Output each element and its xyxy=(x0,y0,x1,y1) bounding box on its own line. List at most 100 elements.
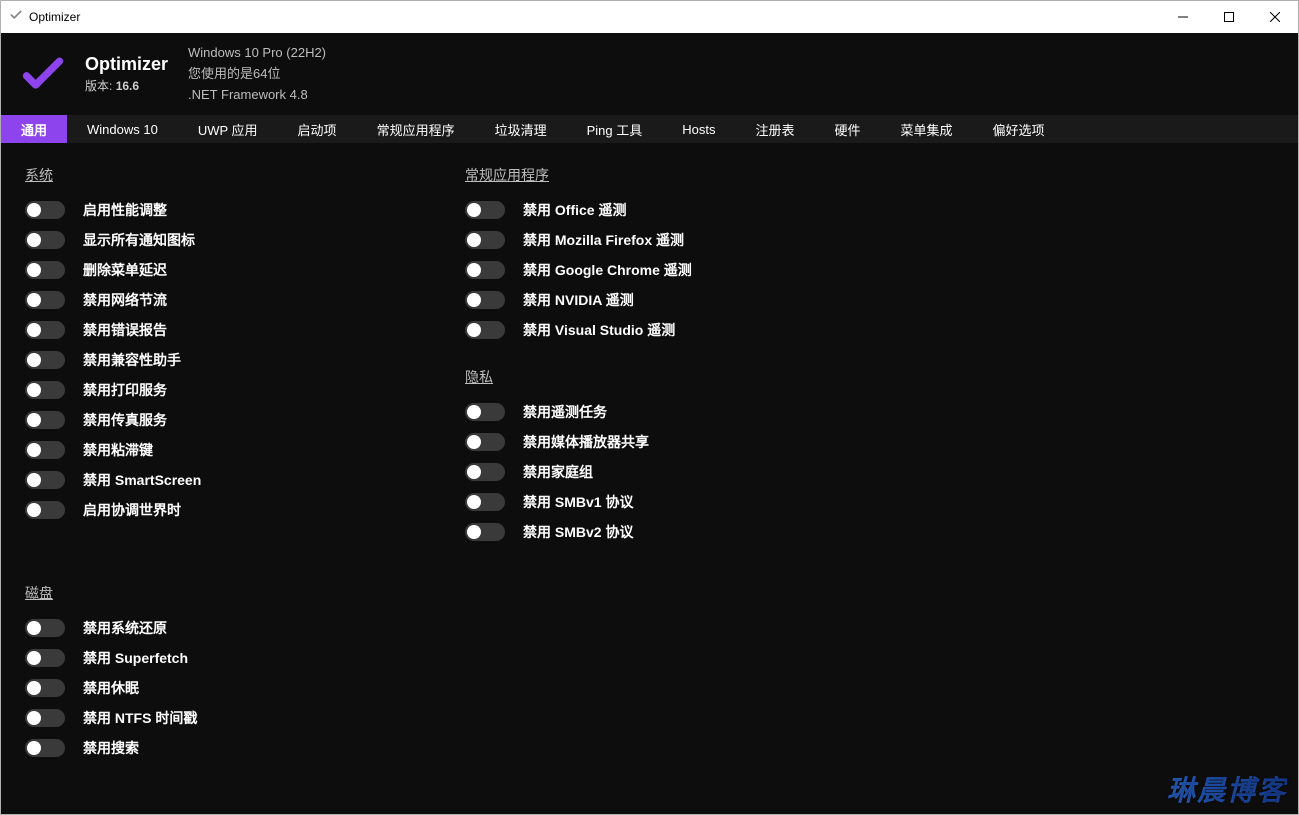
system-row-8: 禁用粘滞键 xyxy=(25,435,465,465)
system-row-9: 禁用 SmartScreen xyxy=(25,465,465,495)
apps-label-3: 禁用 NVIDIA 遥测 xyxy=(523,290,634,310)
watermark: 琳晨博客 xyxy=(1167,769,1287,809)
disk-label-2: 禁用休眠 xyxy=(83,678,139,698)
system-row-7: 禁用传真服务 xyxy=(25,405,465,435)
privacy-label-3: 禁用 SMBv1 协议 xyxy=(523,492,633,512)
disk-label-4: 禁用搜索 xyxy=(83,738,139,758)
system-label-8: 禁用粘滞键 xyxy=(83,440,153,460)
titlebar-left: Optimizer xyxy=(9,8,80,27)
system-row-1: 显示所有通知图标 xyxy=(25,225,465,255)
apps-row-3: 禁用 NVIDIA 遥测 xyxy=(465,285,905,315)
apps-label-4: 禁用 Visual Studio 遥测 xyxy=(523,320,675,340)
disk-toggle-1[interactable] xyxy=(25,649,65,667)
system-toggle-5[interactable] xyxy=(25,351,65,369)
system-toggle-7[interactable] xyxy=(25,411,65,429)
tab-3[interactable]: 启动项 xyxy=(278,115,357,143)
maximize-button[interactable] xyxy=(1206,1,1252,33)
tab-5[interactable]: 垃圾清理 xyxy=(475,115,567,143)
privacy-toggle-2[interactable] xyxy=(465,463,505,481)
apps-toggle-1[interactable] xyxy=(465,231,505,249)
privacy-toggle-0[interactable] xyxy=(465,403,505,421)
system-toggle-1[interactable] xyxy=(25,231,65,249)
arch-line: 您使用的是64位 xyxy=(188,64,326,85)
system-label-9: 禁用 SmartScreen xyxy=(83,470,201,490)
disk-label-0: 禁用系统还原 xyxy=(83,618,167,638)
disk-label-3: 禁用 NTFS 时间戳 xyxy=(83,708,197,728)
content: 系统 启用性能调整显示所有通知图标删除菜单延迟禁用网络节流禁用错误报告禁用兼容性… xyxy=(1,143,1298,814)
app-window: Optimizer Optimizer 版本: 16.6 xyxy=(0,0,1299,815)
disk-row-1: 禁用 Superfetch xyxy=(25,643,465,673)
apps-toggle-3[interactable] xyxy=(465,291,505,309)
apps-row-0: 禁用 Office 遥测 xyxy=(465,195,905,225)
framework-line: .NET Framework 4.8 xyxy=(188,85,326,106)
apps-toggle-2[interactable] xyxy=(465,261,505,279)
tab-0[interactable]: 通用 xyxy=(1,115,67,143)
apps-row-4: 禁用 Visual Studio 遥测 xyxy=(465,315,905,345)
window-controls xyxy=(1160,1,1298,33)
apps-toggle-4[interactable] xyxy=(465,321,505,339)
apps-row-1: 禁用 Mozilla Firefox 遥测 xyxy=(465,225,905,255)
disk-row-2: 禁用休眠 xyxy=(25,673,465,703)
tab-2[interactable]: UWP 应用 xyxy=(178,115,278,143)
system-toggle-6[interactable] xyxy=(25,381,65,399)
window-title: Optimizer xyxy=(29,10,80,24)
disk-row-4: 禁用搜索 xyxy=(25,733,465,763)
tab-11[interactable]: 偏好选项 xyxy=(973,115,1065,143)
privacy-toggle-3[interactable] xyxy=(465,493,505,511)
disk-toggle-3[interactable] xyxy=(25,709,65,727)
system-label-7: 禁用传真服务 xyxy=(83,410,167,430)
privacy-label-0: 禁用遥测任务 xyxy=(523,402,607,422)
system-toggle-2[interactable] xyxy=(25,261,65,279)
system-label-10: 启用协调世界时 xyxy=(83,500,181,520)
privacy-row-0: 禁用遥测任务 xyxy=(465,397,905,427)
privacy-toggle-1[interactable] xyxy=(465,433,505,451)
version-value: 16.6 xyxy=(116,79,139,93)
minimize-button[interactable] xyxy=(1160,1,1206,33)
close-button[interactable] xyxy=(1252,1,1298,33)
apps-toggle-0[interactable] xyxy=(465,201,505,219)
tab-8[interactable]: 注册表 xyxy=(735,115,814,143)
app-icon xyxy=(9,8,23,27)
system-row-0: 启用性能调整 xyxy=(25,195,465,225)
apps-row-2: 禁用 Google Chrome 遥测 xyxy=(465,255,905,285)
version-label: 版本: xyxy=(85,79,112,93)
privacy-row-1: 禁用媒体播放器共享 xyxy=(465,427,905,457)
disk-row-3: 禁用 NTFS 时间戳 xyxy=(25,703,465,733)
system-row-6: 禁用打印服务 xyxy=(25,375,465,405)
system-toggle-9[interactable] xyxy=(25,471,65,489)
tab-6[interactable]: Ping 工具 xyxy=(567,115,663,143)
client-area: Optimizer 版本: 16.6 Windows 10 Pro (22H2)… xyxy=(1,33,1298,814)
group-apps: 禁用 Office 遥测禁用 Mozilla Firefox 遥测禁用 Goog… xyxy=(465,195,905,345)
disk-toggle-4[interactable] xyxy=(25,739,65,757)
system-toggle-8[interactable] xyxy=(25,441,65,459)
apps-label-2: 禁用 Google Chrome 遥测 xyxy=(523,260,692,280)
disk-toggle-0[interactable] xyxy=(25,619,65,637)
disk-row-0: 禁用系统还原 xyxy=(25,613,465,643)
privacy-label-1: 禁用媒体播放器共享 xyxy=(523,432,649,452)
tab-4[interactable]: 常规应用程序 xyxy=(357,115,475,143)
app-name: Optimizer xyxy=(85,54,168,75)
apps-label-1: 禁用 Mozilla Firefox 遥测 xyxy=(523,230,684,250)
header: Optimizer 版本: 16.6 Windows 10 Pro (22H2)… xyxy=(1,33,1298,115)
app-id-block: Optimizer 版本: 16.6 xyxy=(85,54,168,94)
system-row-2: 删除菜单延迟 xyxy=(25,255,465,285)
system-toggle-4[interactable] xyxy=(25,321,65,339)
titlebar: Optimizer xyxy=(1,1,1298,33)
logo-check-icon xyxy=(21,52,65,96)
disk-toggle-2[interactable] xyxy=(25,679,65,697)
tab-9[interactable]: 硬件 xyxy=(814,115,880,143)
left-column: 系统 启用性能调整显示所有通知图标删除菜单延迟禁用网络节流禁用错误报告禁用兼容性… xyxy=(25,161,465,796)
group-title-system: 系统 xyxy=(25,165,465,185)
system-label-3: 禁用网络节流 xyxy=(83,290,167,310)
privacy-toggle-4[interactable] xyxy=(465,523,505,541)
system-toggle-0[interactable] xyxy=(25,201,65,219)
tab-1[interactable]: Windows 10 xyxy=(67,115,178,143)
privacy-label-4: 禁用 SMBv2 协议 xyxy=(523,522,633,542)
system-toggle-3[interactable] xyxy=(25,291,65,309)
tab-7[interactable]: Hosts xyxy=(662,115,735,143)
system-toggle-10[interactable] xyxy=(25,501,65,519)
tab-10[interactable]: 菜单集成 xyxy=(881,115,973,143)
system-row-5: 禁用兼容性助手 xyxy=(25,345,465,375)
group-disk: 禁用系统还原禁用 Superfetch 禁用休眠禁用 NTFS 时间戳禁用搜索 xyxy=(25,613,465,763)
privacy-label-2: 禁用家庭组 xyxy=(523,462,593,482)
